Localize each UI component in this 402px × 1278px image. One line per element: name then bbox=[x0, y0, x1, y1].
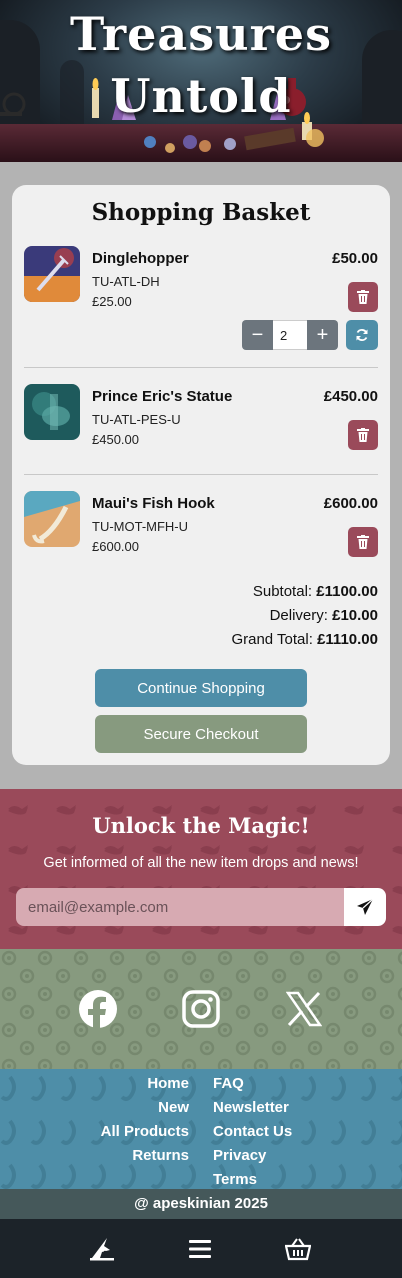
item-line-total: £600.00 bbox=[323, 495, 378, 512]
social-section bbox=[0, 949, 402, 1069]
facebook-link[interactable] bbox=[77, 988, 119, 1030]
item-line-total: £50.00 bbox=[332, 250, 378, 267]
footer-links-section: Home New All Products Returns FAQ Newsle… bbox=[0, 1069, 402, 1189]
bottom-nav bbox=[0, 1219, 402, 1278]
update-quantity-button[interactable] bbox=[346, 320, 378, 350]
item-unit-price: £25.00 bbox=[92, 294, 132, 309]
footer-link-faq[interactable]: FAQ bbox=[213, 1072, 292, 1096]
subtotal-value: £1100.00 bbox=[316, 583, 378, 600]
secure-checkout-button[interactable]: Secure Checkout bbox=[95, 715, 307, 753]
item-divider bbox=[24, 474, 378, 475]
footer-link-home[interactable]: Home bbox=[101, 1072, 189, 1096]
delivery-label: Delivery: bbox=[269, 607, 328, 624]
item-unit-price: £450.00 bbox=[92, 432, 139, 447]
footer-links-left: Home New All Products Returns bbox=[101, 1072, 189, 1168]
shopping-basket-card: Shopping Basket Dinglehopper TU-ATL-DH £… bbox=[12, 185, 390, 765]
instagram-icon bbox=[182, 990, 220, 1028]
statue-image[interactable] bbox=[24, 384, 80, 440]
delivery-row: Delivery: £10.00 bbox=[270, 607, 378, 624]
minus-icon: − bbox=[251, 323, 264, 346]
x-link[interactable] bbox=[283, 988, 325, 1030]
x-icon bbox=[286, 991, 322, 1027]
remove-item-button[interactable] bbox=[348, 282, 378, 312]
remove-item-button[interactable] bbox=[348, 527, 378, 557]
quantity-stepper: − 2 + bbox=[242, 320, 338, 350]
item-sku: TU-ATL-PES-U bbox=[92, 412, 181, 427]
footer-link-terms[interactable]: Terms bbox=[213, 1168, 292, 1189]
facebook-icon bbox=[79, 990, 117, 1029]
footer-link-all-products[interactable]: All Products bbox=[101, 1120, 189, 1144]
item-name[interactable]: Maui's Fish Hook bbox=[92, 495, 215, 512]
item-unit-price: £600.00 bbox=[92, 539, 139, 554]
home-nav-button[interactable] bbox=[88, 1235, 116, 1263]
menu-icon bbox=[189, 1240, 211, 1258]
hero-banner: Treasures Untold bbox=[0, 0, 402, 162]
subtotal-label: Subtotal: bbox=[252, 583, 313, 600]
item-name[interactable]: Prince Eric's Statue bbox=[92, 388, 232, 405]
trash-icon bbox=[357, 428, 369, 442]
newsletter-title: Unlock the Magic! bbox=[92, 813, 310, 838]
hook-image[interactable] bbox=[24, 491, 80, 547]
basket-icon bbox=[285, 1238, 311, 1261]
newsletter-section: Unlock the Magic! Get informed of all th… bbox=[0, 789, 402, 949]
basket-title: Shopping Basket bbox=[91, 199, 311, 226]
newsletter-subtitle: Get informed of all the new item drops a… bbox=[43, 855, 359, 871]
email-input[interactable] bbox=[16, 888, 346, 926]
copyright-text: @ apeskinian 2025 bbox=[0, 1189, 402, 1219]
trash-icon bbox=[357, 535, 369, 549]
item-name[interactable]: Dinglehopper bbox=[92, 250, 189, 267]
grand-total-value: £1110.00 bbox=[317, 631, 378, 648]
footer-link-contact-us[interactable]: Contact Us bbox=[213, 1120, 292, 1144]
fork-image[interactable] bbox=[24, 246, 80, 302]
send-icon bbox=[357, 898, 374, 915]
basket-item: Maui's Fish Hook TU-MOT-MFH-U £600.00 £6… bbox=[24, 491, 378, 561]
plus-icon: + bbox=[316, 323, 329, 346]
increase-quantity-button[interactable]: + bbox=[307, 320, 338, 350]
item-divider bbox=[24, 367, 378, 368]
footer-links-right: FAQ Newsletter Contact Us Privacy Terms bbox=[213, 1072, 292, 1189]
item-sku: TU-ATL-DH bbox=[92, 274, 160, 289]
item-sku: TU-MOT-MFH-U bbox=[92, 519, 189, 534]
brand-title-line1: Treasures bbox=[70, 7, 332, 61]
menu-button[interactable] bbox=[186, 1235, 214, 1263]
wizard-hat-icon bbox=[90, 1238, 114, 1261]
subscribe-button[interactable] bbox=[344, 888, 386, 926]
brand-title-line2: Untold bbox=[110, 69, 292, 123]
grand-total-label: Grand Total: bbox=[231, 631, 313, 648]
trash-icon bbox=[357, 290, 369, 304]
quantity-input[interactable]: 2 bbox=[273, 320, 307, 350]
remove-item-button[interactable] bbox=[348, 420, 378, 450]
footer-link-privacy[interactable]: Privacy bbox=[213, 1144, 292, 1168]
footer-link-newsletter[interactable]: Newsletter bbox=[213, 1096, 292, 1120]
footer-link-returns[interactable]: Returns bbox=[101, 1144, 189, 1168]
basket-nav-button[interactable] bbox=[284, 1235, 312, 1263]
refresh-icon bbox=[356, 329, 368, 341]
delivery-value: £10.00 bbox=[332, 607, 378, 624]
continue-shopping-button[interactable]: Continue Shopping bbox=[95, 669, 307, 707]
item-line-total: £450.00 bbox=[323, 388, 378, 405]
grand-total-row: Grand Total: £1110.00 bbox=[231, 631, 378, 648]
decrease-quantity-button[interactable]: − bbox=[242, 320, 273, 350]
instagram-link[interactable] bbox=[180, 988, 222, 1030]
footer-link-new[interactable]: New bbox=[101, 1096, 189, 1120]
subtotal-row: Subtotal: £1100.00 bbox=[253, 583, 378, 600]
fish-hook-pattern-background bbox=[0, 1069, 402, 1189]
basket-item: Prince Eric's Statue TU-ATL-PES-U £450.0… bbox=[24, 384, 378, 454]
